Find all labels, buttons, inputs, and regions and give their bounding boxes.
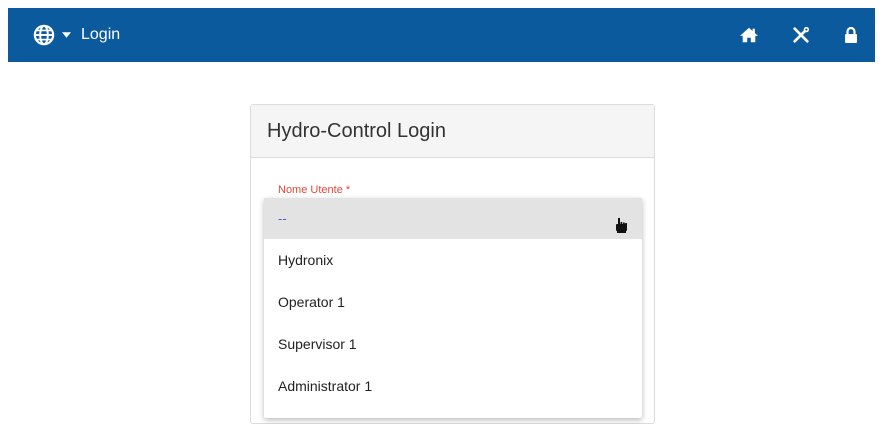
top-navbar: Login [8, 8, 875, 62]
home-icon[interactable] [740, 26, 758, 44]
nav-actions [740, 8, 875, 62]
dropdown-option-label: Supervisor 1 [278, 336, 357, 352]
dropdown-option-selected[interactable]: -- [264, 198, 642, 239]
username-dropdown-list[interactable]: -- Hydronix Operator 1 Supervisor 1 Admi… [264, 198, 642, 418]
dropdown-option-administrator-1[interactable]: Administrator 1 [264, 365, 642, 407]
dropdown-option-supervisor-1[interactable]: Supervisor 1 [264, 323, 642, 365]
globe-icon [33, 24, 55, 46]
page-title: Hydro-Control Login [267, 119, 446, 142]
username-label: Nome Utente * [278, 184, 351, 196]
dropdown-option-operator-1[interactable]: Operator 1 [264, 281, 642, 323]
dropdown-option-label: -- [278, 211, 287, 226]
language-menu-toggle[interactable]: Login [33, 8, 120, 62]
nav-title: Login [81, 26, 121, 43]
dropdown-option-label: Operator 1 [278, 294, 345, 310]
caret-down-icon [62, 32, 71, 38]
lock-icon[interactable] [844, 26, 858, 44]
dropdown-option-label: Administrator 1 [278, 378, 373, 394]
tools-icon[interactable] [792, 26, 810, 44]
dropdown-option-hydronix[interactable]: Hydronix [264, 239, 642, 281]
hand-cursor-icon [616, 218, 627, 233]
login-panel-header: Hydro-Control Login [251, 105, 654, 158]
dropdown-option-label: Hydronix [278, 252, 334, 268]
